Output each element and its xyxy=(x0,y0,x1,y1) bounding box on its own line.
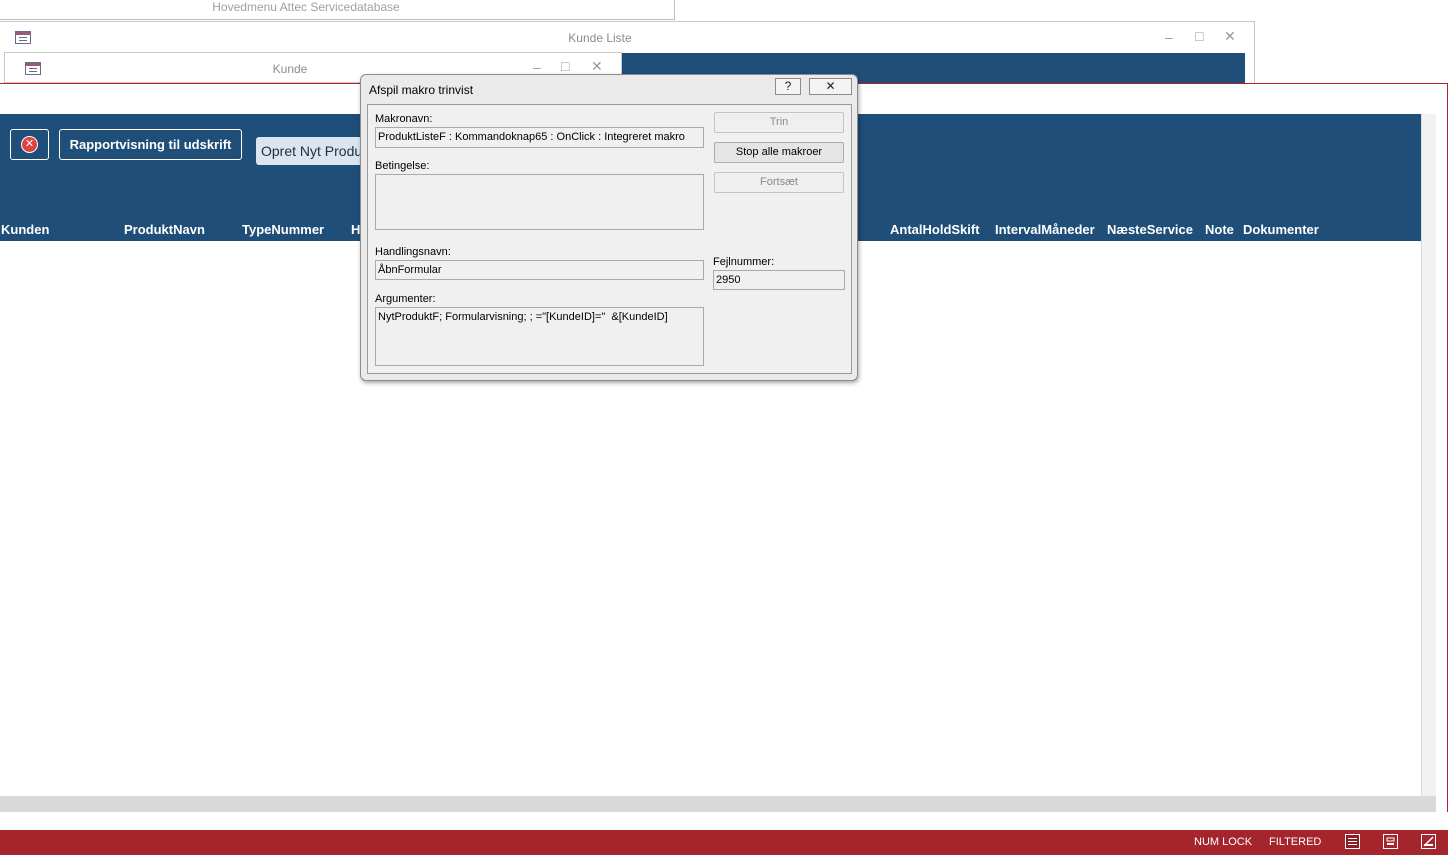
macro-name-label: Makronavn: xyxy=(375,113,433,125)
macro-name-field[interactable]: ProduktListeF : Kommandoknap65 : OnClick… xyxy=(375,127,704,148)
error-number-label: Fejlnummer: xyxy=(713,256,775,268)
vertical-scrollbar[interactable] xyxy=(1421,114,1436,796)
condition-field[interactable] xyxy=(375,174,704,230)
main-menu-window: Hovedmenu Attec Servicedatabase xyxy=(0,0,675,20)
close-icon[interactable]: ✕ xyxy=(1224,29,1236,43)
maximize-icon[interactable]: □ xyxy=(561,59,569,73)
close-icon: ✕ xyxy=(21,136,38,153)
column-header-intervalmaaneder: IntervalMåneder xyxy=(995,222,1095,237)
report-view-button[interactable]: Rapportvisning til udskrift xyxy=(59,129,242,160)
condition-label: Betingelse: xyxy=(375,160,430,172)
error-number-field[interactable]: 2950 xyxy=(713,270,845,290)
arguments-field[interactable]: NytProduktF; Formularvisning; ; ="[Kunde… xyxy=(375,307,704,366)
num-lock-indicator: NUM LOCK xyxy=(1194,836,1253,848)
column-header-naesteservice: NæsteService xyxy=(1107,222,1193,237)
minimize-icon[interactable]: – xyxy=(533,60,541,74)
action-name-field[interactable]: ÅbnFormular xyxy=(375,260,704,280)
layout-view-icon[interactable] xyxy=(1383,834,1398,849)
column-header-dokumenter: Dokumenter xyxy=(1243,222,1319,237)
dialog-close-button[interactable]: ✕ xyxy=(809,78,852,95)
maximize-icon[interactable]: □ xyxy=(1195,29,1203,43)
form-view-icon[interactable] xyxy=(1345,834,1360,849)
close-form-button[interactable]: ✕ xyxy=(10,129,49,160)
macro-single-step-dialog[interactable]: Afspil makro trinvist ? ✕ Makronavn: Pro… xyxy=(360,74,858,381)
minimize-icon[interactable]: – xyxy=(1165,30,1173,44)
help-button[interactable]: ? xyxy=(775,78,801,95)
column-header-h: H xyxy=(351,222,361,237)
action-name-label: Handlingsnavn: xyxy=(375,246,451,258)
arguments-label: Argumenter: xyxy=(375,293,436,305)
column-header-note: Note xyxy=(1205,222,1234,237)
stop-all-macros-button[interactable]: Stop alle makroer xyxy=(714,142,844,163)
kunde-liste-window-title: Kunde Liste xyxy=(568,31,632,45)
column-header-antalholdskift: AntalHoldSkift xyxy=(890,222,980,237)
step-button[interactable]: Trin xyxy=(714,112,844,133)
design-view-icon[interactable] xyxy=(1421,834,1436,849)
filtered-indicator: FILTERED xyxy=(1269,836,1322,848)
column-header-produktnavn: ProduktNavn xyxy=(124,222,205,237)
column-header-kunden: Kunden xyxy=(1,222,50,237)
create-new-product-button[interactable]: Opret Nyt Produ xyxy=(256,137,366,165)
close-icon[interactable]: ✕ xyxy=(591,59,603,73)
dialog-body: Makronavn: ProduktListeF : Kommandoknap6… xyxy=(367,104,852,374)
status-bar: NUM LOCK FILTERED xyxy=(0,830,1448,855)
column-header-typenummer: TypeNummer xyxy=(242,222,325,237)
form-footer xyxy=(0,812,1448,830)
dialog-title: Afspil makro trinvist xyxy=(369,83,474,97)
horizontal-scrollbar[interactable] xyxy=(0,796,1436,812)
main-menu-window-title: Hovedmenu Attec Servicedatabase xyxy=(212,0,400,14)
continue-button[interactable]: Fortsæt xyxy=(714,172,844,193)
